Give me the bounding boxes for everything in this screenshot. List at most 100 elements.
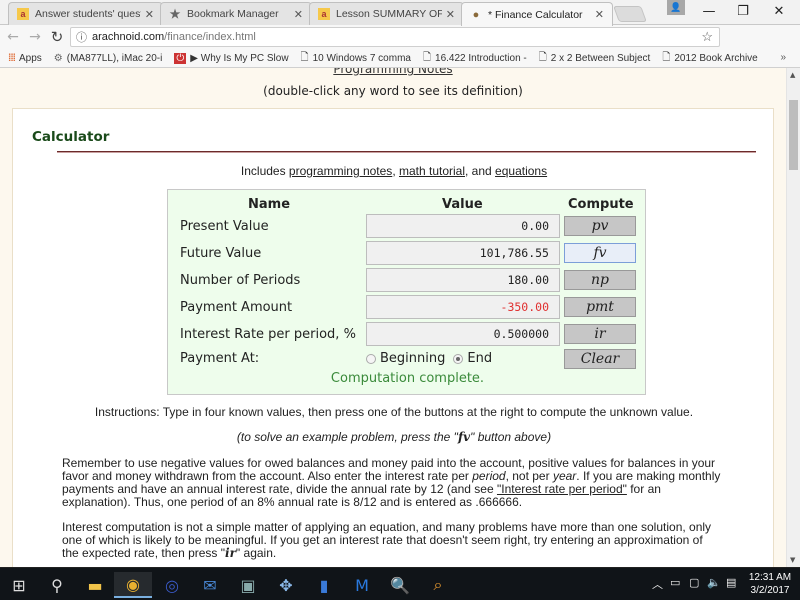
- chrome-icon[interactable]: ◉: [114, 572, 152, 598]
- start-button[interactable]: ⊞: [0, 572, 38, 598]
- restore-button[interactable]: ❐: [726, 0, 760, 22]
- para-emphasis: year: [552, 469, 577, 483]
- separator: ,: [392, 164, 399, 178]
- thunderbird-icon[interactable]: ✉: [191, 572, 229, 598]
- profile-icon[interactable]: 👤: [667, 0, 685, 15]
- network-app-icon[interactable]: ✥: [267, 572, 305, 598]
- volume-icon[interactable]: 🔈: [707, 576, 721, 589]
- bookmark-book-archive[interactable]: 🗋 2012 Book Archive: [662, 50, 757, 67]
- bookmark-imac[interactable]: ⚙ (MA877LL), iMac 20-i: [54, 53, 163, 64]
- scroll-down-icon[interactable]: ▼: [790, 556, 795, 564]
- vertical-scrollbar[interactable]: ▲ ▼: [786, 68, 800, 567]
- payment-at-label: Payment At:: [180, 351, 260, 366]
- end-radio[interactable]: [453, 353, 464, 364]
- equations-link[interactable]: equations: [495, 164, 547, 178]
- compute-ir-button[interactable]: ir: [564, 324, 636, 344]
- malwarebytes-icon[interactable]: M: [343, 572, 381, 598]
- apps-grid-icon: ⁞⁞⁞: [8, 52, 16, 64]
- includes-line: Includes programming notes, math tutoria…: [13, 164, 775, 178]
- tab-title: Answer students' questio: [35, 8, 141, 20]
- search-icon[interactable]: ⚲: [38, 572, 76, 598]
- url-path: /finance/index.html: [164, 31, 256, 43]
- close-icon[interactable]: ✕: [595, 8, 604, 21]
- end-label[interactable]: End: [467, 351, 492, 366]
- scrollbar-thumb[interactable]: [789, 100, 798, 170]
- beginning-label[interactable]: Beginning: [380, 351, 445, 366]
- compute-pv-button[interactable]: pv: [564, 216, 636, 236]
- minimize-button[interactable]: —: [692, 0, 726, 22]
- payment-amount-input[interactable]: -350.00: [366, 295, 560, 319]
- interest-computation-paragraph: Interest computation is not a simple mat…: [62, 521, 722, 560]
- tab-strip: a Answer students' questio ✕ ★ Bookmark …: [0, 0, 800, 26]
- programming-notes-link[interactable]: programming notes: [289, 164, 392, 178]
- new-tab-button[interactable]: [613, 6, 647, 22]
- forward-button[interactable]: →: [26, 29, 44, 45]
- scroll-up-icon[interactable]: ▲: [790, 71, 795, 79]
- present-value-label: Present Value: [180, 219, 269, 234]
- interest-rate-per-period-link[interactable]: "Interest rate per period": [497, 482, 627, 496]
- clear-button[interactable]: Clear: [564, 349, 636, 369]
- show-hidden-icons[interactable]: ︿: [652, 576, 663, 592]
- network-icon[interactable]: ▢: [689, 576, 699, 589]
- battery-icon[interactable]: ▭: [670, 576, 680, 589]
- tool-app-icon[interactable]: ▮: [305, 572, 343, 598]
- action-center-icon[interactable]: ▤: [726, 576, 736, 589]
- clock[interactable]: 12:31 AM 3/2/2017: [744, 571, 796, 597]
- future-value-input[interactable]: 101,786.55: [366, 241, 560, 265]
- tab-title: Lesson SUMMARY OF FIN: [336, 8, 442, 20]
- bookmark-windows7[interactable]: 🗋 10 Windows 7 comma: [301, 50, 411, 67]
- page-content: Programming Notes (double-click any word…: [0, 68, 786, 567]
- calculator-table: Name Value Compute Present Value 0.00 pv…: [167, 189, 646, 395]
- interest-rate-input[interactable]: 0.500000: [366, 322, 560, 346]
- tab-answers[interactable]: a Answer students' questio ✕: [8, 2, 163, 25]
- tab-lesson-summary[interactable]: a Lesson SUMMARY OF FIN ✕: [309, 2, 464, 25]
- para-text: Interest computation is not a simple mat…: [62, 520, 712, 560]
- search-doc-app-icon[interactable]: ⌕: [419, 572, 457, 598]
- tab-finance-calculator[interactable]: ● * Finance Calculator ✕: [461, 2, 613, 26]
- page-icon: 🗋: [538, 51, 547, 63]
- page-icon: 🗋: [422, 51, 432, 63]
- magnifier-app-icon[interactable]: 🔍: [381, 572, 419, 598]
- para-text: " again.: [235, 546, 277, 560]
- arachnoid-favicon-icon: ●: [472, 8, 480, 21]
- close-icon[interactable]: ✕: [145, 8, 154, 21]
- url-host: arachnoid.com: [92, 31, 165, 43]
- compute-fv-button[interactable]: fv: [564, 243, 636, 263]
- address-bar[interactable]: ⓘ arachnoid.com/finance/index.html ☆: [70, 27, 720, 47]
- bookmark-label: 10 Windows 7 comma: [312, 52, 411, 64]
- tab-bookmark-manager[interactable]: ★ Bookmark Manager ✕: [160, 2, 312, 25]
- number-of-periods-input[interactable]: 180.00: [366, 268, 560, 292]
- info-icon[interactable]: ⓘ: [76, 29, 92, 45]
- compute-np-button[interactable]: np: [564, 270, 636, 290]
- bookmark-16422[interactable]: 🗋 16.422 Introduction -: [423, 50, 527, 67]
- ir-term: ir: [225, 546, 236, 560]
- back-button[interactable]: ←: [4, 29, 22, 45]
- compute-pmt-button[interactable]: pmt: [564, 297, 636, 317]
- bookmark-star-icon[interactable]: ☆: [701, 29, 713, 45]
- payment-at-options: Beginning End: [366, 351, 492, 366]
- photos-app-icon[interactable]: ▣: [229, 572, 267, 598]
- bookmark-2x2[interactable]: 🗋 2 x 2 Between Subject: [539, 50, 651, 67]
- close-window-button[interactable]: ✕: [762, 0, 796, 22]
- programming-notes-link[interactable]: Programming Notes: [333, 68, 452, 76]
- bookmark-pc-slow[interactable]: ⏻ ▶ Why Is My PC Slow: [174, 52, 289, 64]
- beginning-radio[interactable]: [366, 353, 376, 364]
- example-hint: (to solve an example problem, press the …: [13, 430, 775, 444]
- title-divider: [57, 151, 756, 153]
- page-icon: 🗋: [662, 51, 671, 63]
- close-icon[interactable]: ✕: [446, 8, 455, 21]
- header-compute: Compute: [568, 197, 634, 212]
- present-value-input[interactable]: 0.00: [366, 214, 560, 238]
- browser-toolbar: ← → ↻ ⓘ arachnoid.com/finance/index.html…: [0, 25, 800, 67]
- app-circle-icon[interactable]: ◎: [153, 572, 191, 598]
- file-explorer-icon[interactable]: ▬: [76, 572, 114, 598]
- bookmark-label: 2012 Book Archive: [674, 52, 758, 64]
- close-icon[interactable]: ✕: [294, 8, 303, 21]
- more-bookmarks-icon[interactable]: »: [780, 52, 786, 63]
- reload-button[interactable]: ↻: [48, 28, 66, 46]
- future-value-label: Future Value: [180, 246, 262, 261]
- math-tutorial-link[interactable]: math tutorial: [399, 164, 465, 178]
- bookmark-apps[interactable]: ⁞⁞⁞ Apps: [8, 53, 42, 64]
- top-note: Programming Notes: [0, 68, 786, 76]
- tab-title: Bookmark Manager: [187, 8, 279, 20]
